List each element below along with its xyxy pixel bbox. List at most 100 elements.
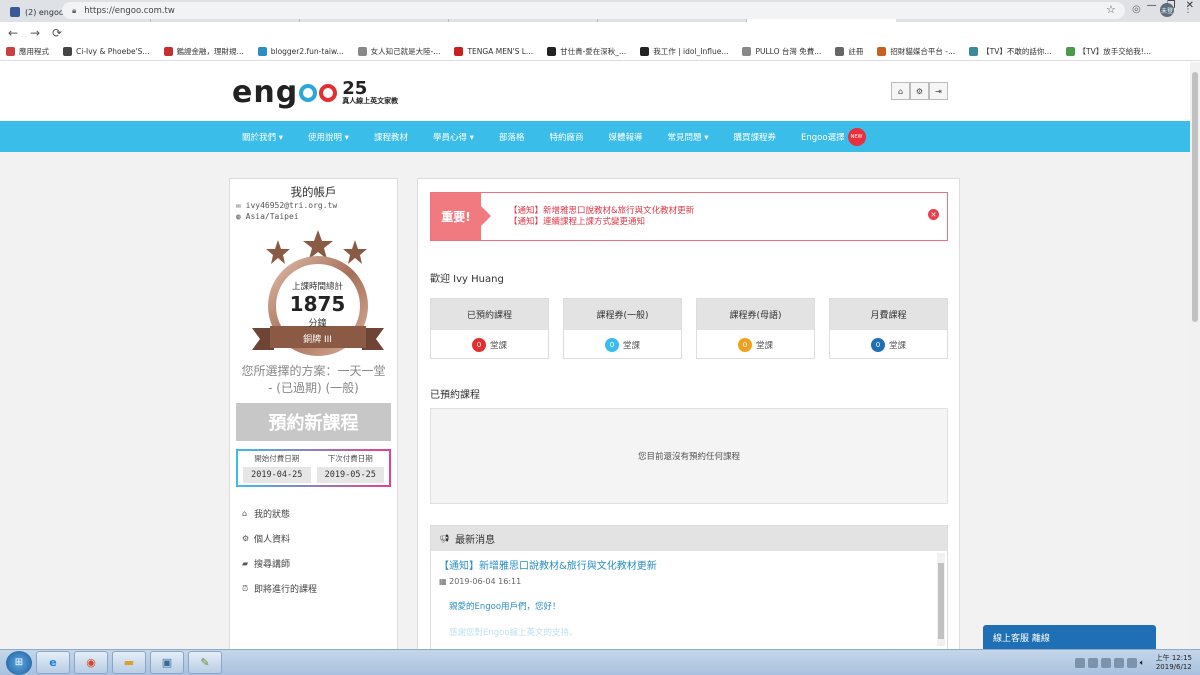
alert-link[interactable]: 【通知】連續課程上課方式變更通知	[509, 217, 694, 228]
nav-item[interactable]: 使用說明 ▾	[308, 131, 349, 143]
live-chat-button[interactable]: 線上客服 離線	[983, 625, 1156, 649]
menu-icon[interactable]: ⋮	[1183, 4, 1193, 15]
news-header: 📢︎ 最新消息	[431, 526, 947, 551]
news-item-date: 2019-06-04 16:11	[449, 577, 522, 586]
tray-icon[interactable]	[1126, 658, 1137, 668]
tray-icon[interactable]	[1087, 658, 1098, 668]
folder-icon: ▬	[123, 656, 135, 669]
calendar-icon: ▦	[439, 577, 450, 586]
bookmark-item[interactable]: blogger2.fun-taiw...	[257, 47, 344, 56]
book-new-course-button[interactable]: 預約新課程	[236, 403, 391, 441]
taskbar-paint[interactable]: ✎	[188, 651, 222, 674]
account-timezone-row: ◍ Asia/Taipei	[236, 211, 397, 222]
taskbar-chrome[interactable]: ◉	[74, 651, 108, 674]
taskbar-ie[interactable]: e	[36, 651, 70, 674]
bookmark-item[interactable]: 甘仕貴-愛在深秋_...	[547, 46, 626, 57]
bookmark-favicon-icon	[257, 47, 267, 56]
back-icon[interactable]: ←	[4, 26, 22, 40]
nav-item[interactable]: 課程教材	[374, 131, 408, 143]
bookmark-item[interactable]: 【TV】放手交給我!...	[1065, 46, 1151, 57]
bookmark-item[interactable]: 招財貓媒合平台 -...	[877, 46, 955, 57]
account-timezone: Asia/Taipei	[245, 212, 299, 221]
reload-icon[interactable]: ⟳	[48, 26, 66, 40]
gear-icon: ⚙	[242, 534, 250, 543]
stat-card: 課程券(一般) 0 堂課	[563, 298, 682, 359]
bookmark-item[interactable]: 應用程式	[6, 46, 49, 57]
bookmark-item[interactable]: 註冊	[835, 46, 863, 57]
nav-label: 特約廠商	[549, 132, 584, 143]
nav-item[interactable]: 部落格	[499, 131, 525, 143]
page-scroll-thumb[interactable]	[1192, 72, 1198, 322]
menu-label: 搜尋講師	[254, 560, 291, 570]
nav-item[interactable]: 特約廠商	[549, 131, 583, 143]
alert-link[interactable]: 【通知】新增雅思口說教材&旅行與文化教材更新	[509, 206, 694, 217]
nav-item[interactable]: 常見問題 ▾	[668, 131, 709, 143]
page-scrollbar[interactable]	[1190, 62, 1200, 649]
nav-item[interactable]: 購買課程券	[734, 131, 777, 143]
extension-icon[interactable]: ◎	[1132, 4, 1141, 15]
forward-icon[interactable]: →	[26, 26, 44, 40]
nav-label: 使用說明 ▾	[307, 132, 349, 143]
news-scrollbar[interactable]	[937, 553, 945, 646]
important-alert: 重要! 【通知】新增雅思口說教材&旅行與文化教材更新 【通知】連續課程上課方式變…	[430, 192, 948, 241]
bookmark-item[interactable]: Ci-Ivy & Phoebe'S...	[63, 47, 150, 56]
start-date-value: 2019-04-25	[243, 467, 311, 483]
menu-item-upcoming[interactable]: ⏰︎ 即將進行的課程	[242, 576, 397, 601]
bookmark-label: 應用程式	[19, 47, 49, 56]
menu-item-search-tutor[interactable]: ▰ 搜尋講師	[242, 551, 397, 576]
bookmark-item[interactable]: 鑑證金融，理財規...	[163, 46, 244, 57]
home-button[interactable]: ⌂	[891, 82, 910, 100]
stat-count: 0	[604, 337, 619, 352]
nav-item[interactable]: 學員心得 ▾	[433, 131, 474, 143]
taskbar-app[interactable]: ▣	[150, 651, 184, 674]
menu-item-profile[interactable]: ⚙ 個人資料	[242, 526, 397, 551]
welcome-text: 歡迎 Ivy Huang	[430, 274, 504, 285]
bookmark-star-icon[interactable]: ☆	[1106, 3, 1116, 16]
bookmark-favicon-icon	[163, 47, 173, 56]
tray-icon[interactable]	[1113, 658, 1124, 668]
minimize-icon[interactable]: —	[1147, 0, 1157, 11]
nav-item[interactable]: 關於我們 ▾	[242, 131, 283, 143]
news-scroll-thumb[interactable]	[938, 563, 944, 639]
bookmark-label: 註冊	[848, 47, 864, 56]
ie-icon: e	[49, 656, 57, 669]
nav-item[interactable]: Engoo選擇 NEW	[801, 127, 866, 146]
nav-item[interactable]: 媒體報導	[609, 131, 643, 143]
menu-item-status[interactable]: ⌂ 我的狀態	[242, 501, 397, 526]
bookmark-item[interactable]: PULLO 台灣 免費...	[742, 46, 821, 57]
alert-messages: 【通知】新增雅思口說教材&旅行與文化教材更新 【通知】連續課程上課方式變更通知	[481, 193, 694, 240]
taskbar-explorer[interactable]: ▬	[112, 651, 146, 674]
nav-label: Engoo選擇	[801, 132, 845, 143]
account-menu: ⌂ 我的狀態 ⚙ 個人資料 ▰ 搜尋講師 ⏰︎ 即將進行的課程	[242, 501, 397, 601]
url-input[interactable]: 🔒︎ https://engoo.com.tw	[62, 2, 1125, 19]
logo-o-icon	[299, 84, 318, 102]
bookmark-item[interactable]: 女人知己就是大陸-...	[357, 46, 440, 57]
badge-minutes: 1875	[289, 292, 346, 316]
nav-label: 部落格	[498, 132, 525, 143]
start-button[interactable]: ⊞	[6, 650, 32, 675]
bookmark-item[interactable]: 我工作 | idol_Influe...	[640, 46, 728, 57]
taskbar-clock[interactable]: 上午 12:15 2019/6/12	[1156, 654, 1192, 672]
stat-card: 課程券(母語) 0 堂課	[696, 298, 815, 359]
tray-icon[interactable]	[1100, 658, 1111, 668]
bookmark-item[interactable]: TENGA MEN'S L...	[454, 47, 533, 56]
news-item-title[interactable]: 【通知】新增雅思口說教材&旅行與文化教材更新	[439, 557, 947, 572]
tray-icon[interactable]	[1074, 658, 1085, 668]
bookmark-favicon-icon	[742, 47, 752, 56]
news-panel: 📢︎ 最新消息 【通知】新增雅思口說教材&旅行與文化教材更新 ▦ 2019-06-…	[430, 525, 948, 649]
stat-body: 0 堂課	[564, 330, 681, 359]
volume-icon[interactable]: 🔈︎	[1140, 658, 1145, 668]
logout-button[interactable]: ⇥	[929, 82, 948, 100]
clock-date: 2019/6/12	[1155, 663, 1192, 671]
bookmark-item[interactable]: 【TV】不敢的話你...	[969, 46, 1052, 57]
close-icon[interactable]: ✕	[928, 209, 939, 220]
engoo-logo[interactable]: eng 25 真人線上英文家教	[232, 75, 398, 110]
envelope-icon: ✉	[236, 201, 246, 210]
profile-avatar[interactable]: 未登	[1160, 3, 1174, 17]
logout-icon: ⇥	[935, 86, 942, 96]
settings-button[interactable]: ⚙	[910, 82, 929, 100]
bookmark-favicon-icon	[1065, 47, 1075, 56]
bookmark-favicon-icon	[357, 47, 367, 56]
bookmark-label: 【TV】放手交給我!...	[1078, 47, 1151, 56]
next-date-col: 下次付費日期 2019-05-25	[314, 453, 388, 483]
